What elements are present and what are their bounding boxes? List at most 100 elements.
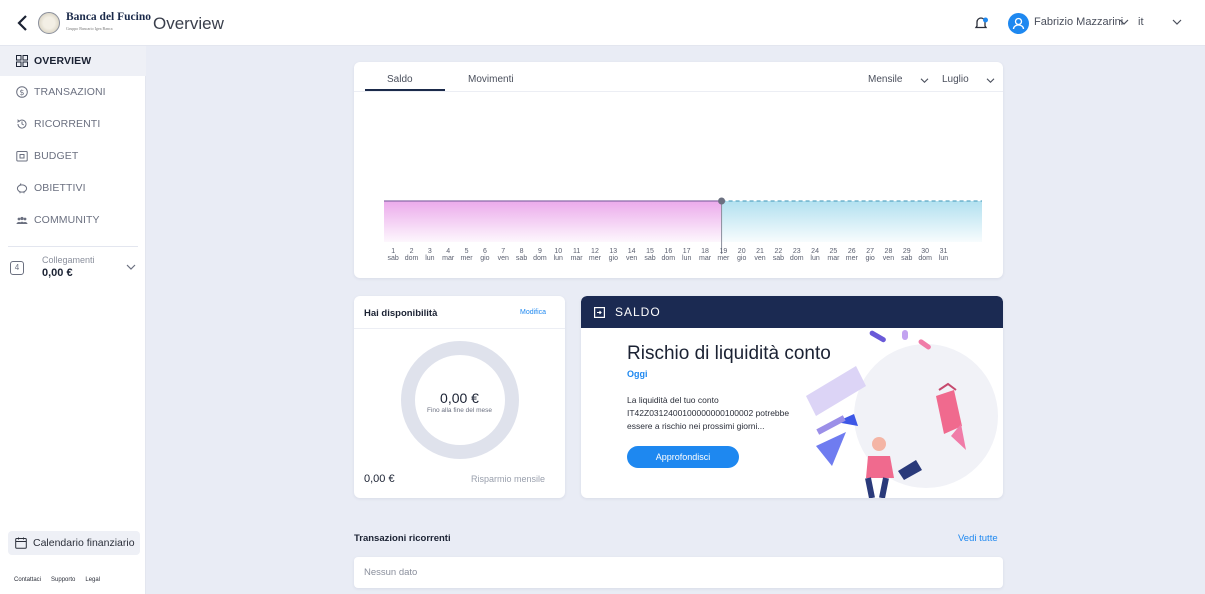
x-tick-label: 29 sab: [898, 248, 916, 262]
x-tick-label: 17 lun: [678, 248, 696, 262]
approfondisci-button[interactable]: Approfondisci: [627, 446, 739, 468]
x-tick-day: 5: [464, 248, 469, 255]
calendar-icon: [15, 537, 27, 549]
x-tick-day: 31: [939, 248, 948, 255]
back-arrow-icon[interactable]: [14, 13, 32, 33]
user-menu-chevron-icon[interactable]: [1119, 18, 1129, 26]
language-select[interactable]: it: [1138, 16, 1144, 28]
x-tick-weekday: dom: [404, 255, 419, 262]
x-tick-weekday: mer: [460, 255, 473, 262]
x-tick-label: 8 sab: [512, 248, 530, 262]
x-tick-weekday: sab: [644, 255, 656, 262]
x-tick-weekday: gio: [480, 255, 490, 262]
bank-logo[interactable]: Banca del Fucino Gruppo Bancario Igea Ba…: [38, 11, 151, 34]
sidebar-item-overview[interactable]: OVERVIEW: [0, 46, 146, 76]
x-tick-day: 7: [501, 248, 506, 255]
x-tick-weekday: mar: [442, 255, 455, 262]
x-tick-label: 5 mer: [457, 248, 475, 262]
footer-link-legal[interactable]: Legal: [85, 577, 100, 583]
saldo-alert-text-2: IT42Z0312400100000000100002 potrebbe: [627, 408, 790, 418]
chart-x-axis: 1 sab 2 dom 3 lun 4 mar 5 mer 6 gio 7 ven 8 sab 9 dom 10 lu…: [384, 248, 953, 262]
calendario-label: Calendario finanziario: [33, 537, 135, 549]
saldo-alert-text-1: La liquidità del tuo conto: [627, 395, 719, 405]
x-tick-day: 23: [792, 248, 801, 255]
x-tick-weekday: lun: [810, 255, 820, 262]
calendario-finanziario-button[interactable]: Calendario finanziario: [8, 531, 140, 555]
x-tick-label: 26 mer: [843, 248, 861, 262]
x-tick-day: 2: [409, 248, 414, 255]
x-tick-label: 10 lun: [549, 248, 567, 262]
sidebar-item-transazioni[interactable]: $ TRANSAZIONI: [0, 77, 146, 107]
recurring-icon: [17, 119, 27, 129]
footer-link-contattaci[interactable]: Contattaci: [14, 577, 41, 583]
svg-text:$: $: [19, 88, 24, 97]
sidebar-item-label: OBIETTIVI: [34, 182, 86, 194]
sidebar-item-label: BUDGET: [34, 150, 79, 162]
x-tick-day: 13: [609, 248, 618, 255]
x-tick-day: 22: [774, 248, 783, 255]
sidebar-item-obiettivi[interactable]: OBIETTIVI: [0, 173, 146, 203]
language-chevron-icon[interactable]: [1172, 18, 1182, 26]
user-menu[interactable]: Fabrizio Mazzarini: [1034, 16, 1123, 28]
x-tick-label: 28 ven: [879, 248, 897, 262]
modifica-link[interactable]: Modifica: [520, 309, 546, 316]
vedi-tutte-link[interactable]: Vedi tutte: [958, 533, 998, 544]
sidebar-item-label: COMMUNITY: [34, 214, 100, 226]
footer-links: Contattaci Supporto Legal: [14, 577, 100, 583]
logo-subtitle: Gruppo Bancario Igea Banca: [66, 26, 113, 31]
saldo-alert-date: Oggi: [627, 369, 648, 379]
x-tick-weekday: ven: [497, 255, 509, 262]
x-tick-label: 14 ven: [622, 248, 640, 262]
saldo-alert-card: SALDO Rischio di liquidità conto Oggi La…: [581, 296, 1003, 498]
chevron-down-icon[interactable]: [126, 263, 136, 271]
x-tick-label: 7 ven: [494, 248, 512, 262]
x-tick-day: 26: [847, 248, 856, 255]
x-tick-weekday: gio: [865, 255, 875, 262]
x-tick-label: 12 mer: [586, 248, 604, 262]
x-tick-weekday: mer: [588, 255, 601, 262]
collegamenti-value: 0,00 €: [42, 267, 73, 279]
x-tick-weekday: dom: [918, 255, 932, 262]
sidebar-item-budget[interactable]: BUDGET: [0, 141, 146, 171]
card-divider: [354, 328, 565, 329]
x-tick-label: 20 gio: [733, 248, 751, 262]
x-tick-weekday: ven: [882, 255, 895, 262]
x-tick-day: 8: [519, 248, 524, 255]
x-tick-label: 23 dom: [788, 248, 806, 262]
x-tick-label: 4 mar: [439, 248, 457, 262]
x-tick-weekday: mar: [570, 255, 583, 262]
x-tick-day: 12: [591, 248, 599, 255]
collegamenti-badge: 4: [10, 261, 24, 275]
sidebar-item-ricorrenti[interactable]: RICORRENTI: [0, 109, 146, 139]
x-tick-weekday: mer: [845, 255, 858, 262]
risparmio-label: Risparmio mensile: [471, 474, 546, 484]
actual-balance-area: [384, 201, 722, 242]
x-tick-label: 13 gio: [604, 248, 622, 262]
x-tick-day: 15: [646, 248, 654, 255]
x-tick-label: 18 mar: [696, 248, 714, 262]
x-tick-weekday: lun: [682, 255, 692, 262]
collegamenti-panel[interactable]: 4 Collegamenti 0,00 €: [8, 246, 138, 290]
x-tick-label: 21 ven: [751, 248, 769, 262]
bank-seal-icon: [38, 12, 60, 34]
x-tick-weekday: mar: [827, 255, 840, 262]
logo-text: Banca del Fucino: [66, 11, 151, 23]
recurring-list: Nessun dato: [354, 557, 1003, 588]
x-tick-day: 14: [627, 248, 636, 255]
user-avatar[interactable]: [1008, 13, 1029, 34]
notification-bell-icon[interactable]: [973, 14, 989, 32]
x-tick-weekday: mer: [717, 255, 730, 262]
footer-link-supporto[interactable]: Supporto: [51, 577, 75, 583]
saldo-alert-text-3: essere a rischio nei prossimi giorni...: [627, 421, 765, 431]
x-tick-label: 22 sab: [769, 248, 787, 262]
x-tick-label: 2 dom: [402, 248, 420, 262]
recurring-title: Transazioni ricorrenti: [354, 533, 451, 544]
collegamenti-label: Collegamenti: [42, 255, 95, 265]
disponibilita-subtitle: Fino alla fine del mese: [426, 407, 493, 414]
page-title: Overview: [153, 14, 224, 33]
sidebar-item-community[interactable]: COMMUNITY: [0, 205, 146, 235]
x-tick-day: 16: [664, 248, 673, 255]
x-tick-day: 20: [737, 248, 746, 255]
user-icon: [1012, 17, 1025, 30]
x-tick-weekday: ven: [754, 255, 766, 262]
